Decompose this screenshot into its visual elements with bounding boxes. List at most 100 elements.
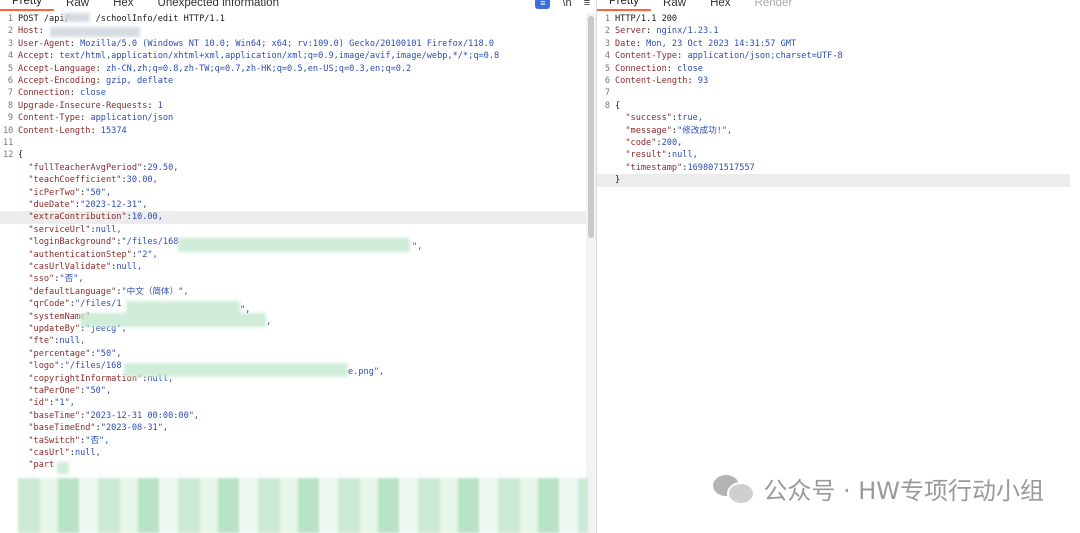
line-value: "否", — [85, 435, 110, 446]
line-key: Upgrade-Insecure-Requests — [18, 100, 148, 111]
tab-raw[interactable]: Raw — [54, 0, 101, 11]
redacted-host — [50, 27, 140, 37]
line-key: "casUrl" — [18, 448, 70, 458]
line-value: "1", — [54, 398, 75, 409]
value-tail: , — [266, 317, 272, 327]
line-content: "baseTime":"2023-12-31 00:00:00", — [18, 410, 199, 422]
line-content: { — [615, 100, 620, 112]
line-separator: : — [38, 26, 50, 37]
line-key: Content-Type — [18, 113, 81, 124]
line-key: Date — [615, 38, 636, 49]
line-content: Accept: text/html,application/xhtml+xml,… — [18, 50, 499, 62]
line-value: 1698071517557 — [687, 162, 755, 173]
watermark-text: 公众号 · HW专项行动小组 — [763, 477, 1044, 505]
line-value: "修改成功!", — [677, 125, 733, 136]
line-value: zh-CN,zh;q=0.8,zh-TW;q=0.7,zh-HK;q=0.5,e… — [105, 63, 412, 74]
code-line: "casUrlValidate":null, — [0, 261, 586, 273]
pretty-format-icon[interactable]: ≡ — [535, 0, 551, 9]
line-number: 4 — [604, 51, 610, 62]
line-text: POST /api/ /schoolInfo/edit HTTP/1.1 — [18, 14, 225, 24]
line-content: "code":200, — [615, 137, 682, 149]
line-content: "message":"修改成功!", — [615, 125, 732, 137]
line-value: "/files/1 — [74, 299, 122, 310]
wechat-icon — [713, 473, 756, 505]
line-value: "2023-08-31", — [100, 423, 169, 434]
code-line: "part — [0, 459, 586, 471]
line-value: application/json — [90, 113, 174, 124]
code-line: 8 Upgrade-Insecure-Requests: 1 — [0, 100, 586, 112]
line-value: "中文（简体）", — [121, 286, 189, 297]
tab-raw[interactable]: Raw — [651, 0, 698, 11]
response-editor[interactable]: 1 HTTP/1.1 200 2 Server: nginx/1.23.1 3 Date:… — [597, 13, 1080, 533]
line-content: "teachCoefficient":30.00, — [18, 174, 157, 186]
code-line: 1 HTTP/1.1 200 — [597, 13, 1070, 25]
line-number: 11 — [3, 138, 14, 148]
line-value: 15374 — [100, 125, 127, 136]
line-content: Content-Length: 15374 — [18, 125, 127, 137]
request-editor[interactable]: 1 POST /api/ /schoolInfo/edit HTTP/1.1 2 Ho… — [0, 13, 596, 533]
tab-render[interactable]: Render — [743, 0, 805, 11]
request-pane: Pretty Raw Hex Unexpected information ≡ … — [0, 0, 597, 533]
line-content: POST /api/ /schoolInfo/edit HTTP/1.1 — [18, 13, 225, 25]
line-key: "extraContribution" — [18, 212, 127, 223]
value-tail: e.png", — [348, 367, 385, 377]
tab-pretty[interactable]: Pretty — [0, 0, 55, 11]
line-separator: : — [95, 63, 106, 74]
line-content: "taSwitch":"否", — [18, 435, 109, 447]
request-scrollbar-thumb[interactable] — [588, 16, 594, 238]
line-value: 1 — [157, 100, 163, 111]
redacted-logo — [124, 363, 348, 377]
code-line: } — [597, 174, 1070, 187]
line-value: application/json;charset=UTF-8 — [687, 51, 843, 62]
line-content: "loginBackground":"/files/168 — [18, 236, 178, 248]
response-pane: Pretty Raw Hex Render 1 HTTP/1.1 200 2 Serv… — [597, 0, 1080, 533]
line-value: close — [677, 63, 703, 74]
line-content: "qrCode":"/files/1 — [18, 298, 122, 310]
tab-unexpected-information[interactable]: Unexpected information — [146, 0, 291, 11]
redacted-system-name — [80, 313, 266, 327]
line-separator: : — [646, 26, 657, 37]
line-value: null, — [671, 150, 698, 161]
line-key: "success" — [615, 113, 672, 124]
newline-toggle-icon[interactable]: \n — [562, 0, 571, 10]
line-value: 93 — [697, 76, 709, 86]
line-value: "/files/168 — [121, 237, 179, 248]
code-line: "taSwitch":"否", — [0, 435, 586, 447]
code-line: "casUrl":null, — [0, 447, 586, 459]
code-line: "defaultLanguage":"中文（简体）", — [0, 286, 586, 298]
line-text: { — [615, 100, 621, 111]
line-number: 1 — [7, 14, 13, 24]
line-content: "logo":"/files/168 — [18, 360, 121, 372]
line-value: true, — [677, 113, 703, 124]
menu-icon[interactable]: ≡ — [584, 0, 590, 10]
code-line: "teachCoefficient":30.00, — [0, 174, 586, 186]
line-content: Server: nginx/1.23.1 — [615, 25, 719, 37]
line-content: "id":"1", — [18, 397, 75, 409]
line-number: 12 — [3, 150, 14, 161]
line-key: Content-Type — [615, 51, 678, 62]
redacted-path — [63, 13, 90, 22]
line-number: 7 — [604, 88, 610, 99]
tab-hex[interactable]: Hex — [698, 0, 742, 11]
line-content: "baseTimeEnd":"2023-08-31", — [18, 422, 168, 434]
request-tabs: Pretty Raw Hex Unexpected information — [0, 0, 596, 11]
line-key: "defaultLanguage" — [18, 286, 117, 297]
line-key: "id" — [18, 398, 50, 409]
line-value: "2023-12-31", — [80, 200, 148, 210]
code-line: "message":"修改成功!", — [597, 125, 1070, 137]
line-content: "fullTeacherAvgPeriod":29.50, — [18, 162, 178, 174]
line-key: "fullTeacherAvgPeriod" — [18, 162, 143, 173]
line-key: "updateBy" — [18, 324, 81, 334]
tab-hex[interactable]: Hex — [101, 0, 145, 11]
tab-pretty[interactable]: Pretty — [597, 0, 652, 11]
line-key: "teachCoefficient" — [18, 175, 122, 186]
watermark: 公众号 · HW专项行动小组 — [713, 471, 1044, 506]
code-line: "baseTime":"2023-12-31 00:00:00", — [0, 410, 586, 422]
code-line: "serviceUrl":null, — [0, 224, 586, 236]
line-content: "timestamp":1698071517557 — [615, 162, 755, 174]
line-value: "50", — [85, 386, 112, 396]
line-content: "casUrl":null, — [18, 447, 100, 459]
line-number: 6 — [7, 76, 13, 86]
line-value: nginx/1.23.1 — [656, 26, 719, 37]
line-content: Accept-Language: zh-CN,zh;q=0.8,zh-TW;q=… — [18, 63, 411, 75]
